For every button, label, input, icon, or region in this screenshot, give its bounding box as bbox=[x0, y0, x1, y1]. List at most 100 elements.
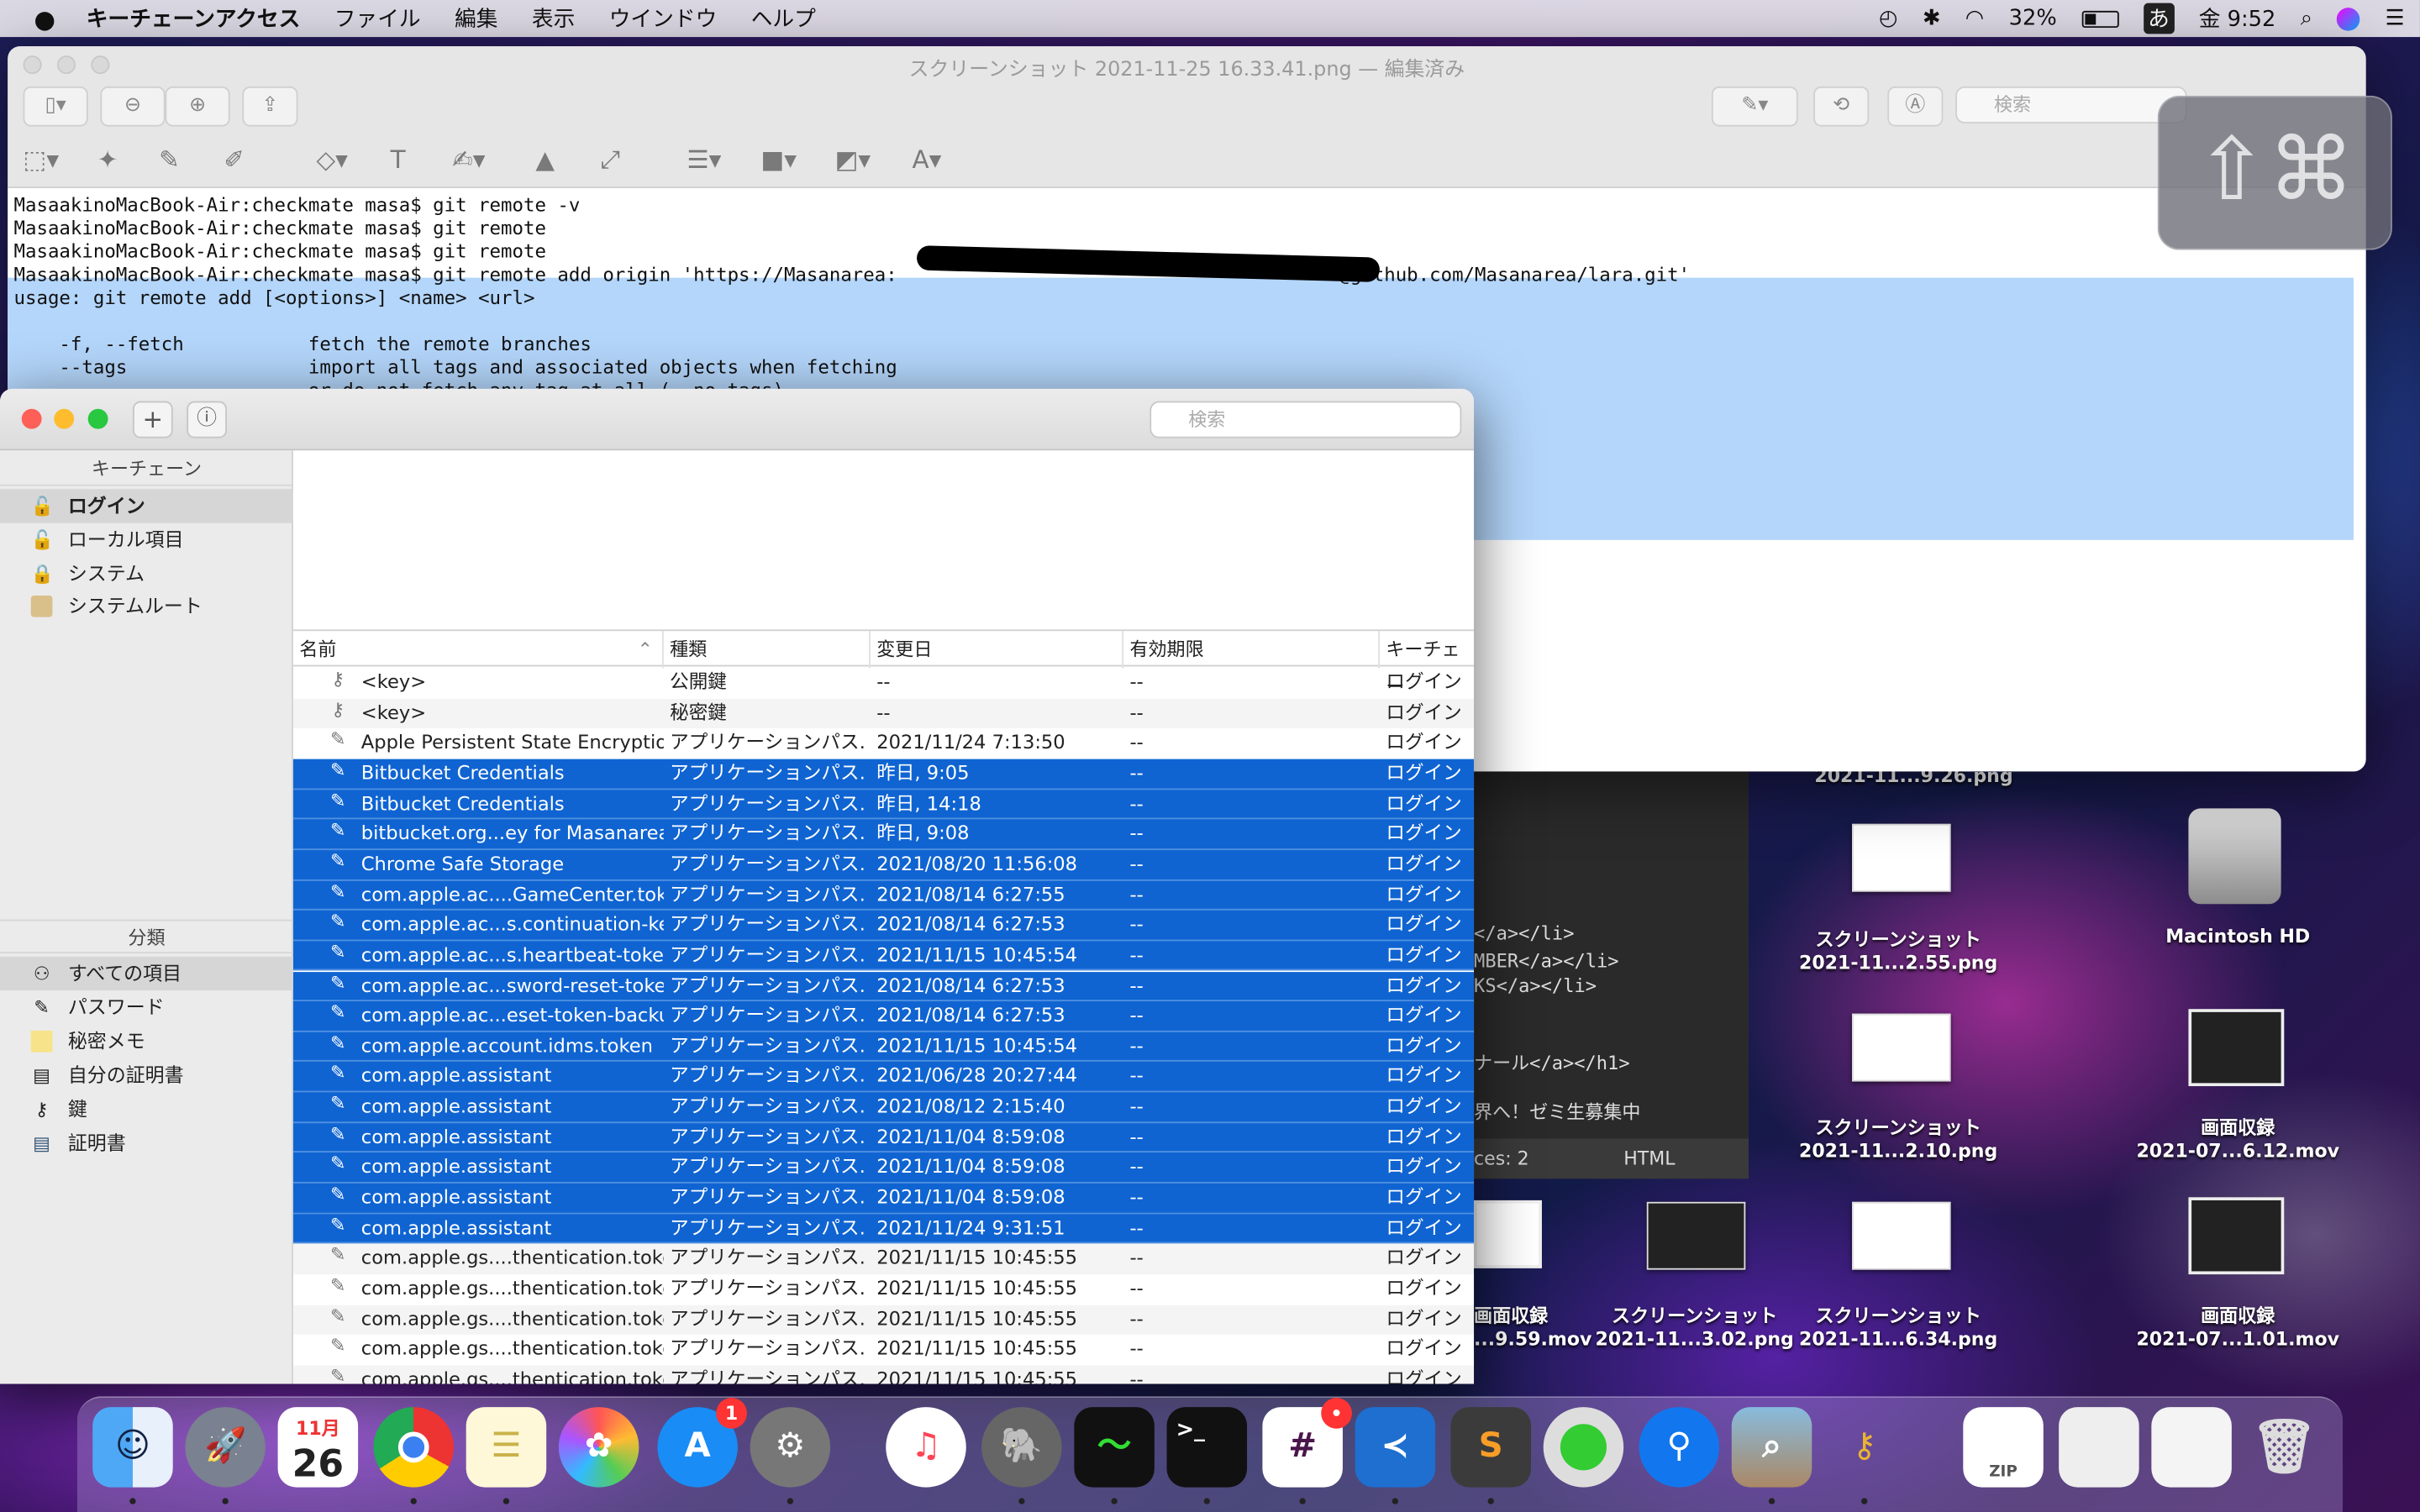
search-input[interactable]: 検索 bbox=[1955, 86, 2187, 123]
screenshot-thumbnail[interactable] bbox=[1852, 823, 1951, 892]
preview-app-icon[interactable]: ⌕ bbox=[1731, 1407, 1812, 1488]
search-input[interactable]: 検索 bbox=[1150, 401, 1462, 438]
siri-icon[interactable] bbox=[2337, 7, 2361, 30]
table-row[interactable]: ✎ Apple Persistent State Encryption アプリケーシ… bbox=[293, 728, 1474, 759]
desktop-file-label[interactable]: スクリーンショット 2021-11...2.10.png bbox=[1791, 1114, 2007, 1162]
table-row[interactable]: ✎ Bitbucket Credentials アプリケーションパス… 昨日, 14:… bbox=[292, 789, 1475, 820]
sidebar-item-all[interactable]: ⚇ すべての項目 bbox=[0, 956, 293, 991]
control-center-icon[interactable]: ☰ bbox=[2386, 6, 2405, 30]
movie-thumbnail[interactable] bbox=[1474, 1200, 1542, 1268]
vscode-icon[interactable]: ≺ bbox=[1355, 1407, 1436, 1488]
adjust-color-icon[interactable]: ▲ bbox=[535, 145, 555, 175]
sketch-icon[interactable]: ✎ bbox=[159, 145, 180, 175]
apple-icon[interactable]: ● bbox=[34, 4, 55, 34]
terminal-icon[interactable]: >_ bbox=[1166, 1407, 1248, 1488]
table-row[interactable]: ✎ com.apple.assistant アプリケーションパス… 2021/11/0… bbox=[292, 1152, 1475, 1184]
sublime-text-icon[interactable]: S bbox=[1450, 1407, 1532, 1488]
border-color-icon[interactable]: ■▾ bbox=[760, 145, 797, 175]
line-style-icon[interactable]: ☰▾ bbox=[687, 145, 721, 175]
table-row[interactable]: ✎ com.apple.assistant アプリケーションパス… 2021/06/2… bbox=[292, 1062, 1475, 1093]
sidebar-item-passwords[interactable]: ✎ パスワード bbox=[0, 990, 293, 1024]
calendar-icon[interactable]: 11月 26 bbox=[277, 1407, 359, 1488]
menu-file[interactable]: ファイル bbox=[334, 3, 421, 34]
table-row[interactable]: ✎ com.apple.gs....thentication.token アプリケー… bbox=[293, 1274, 1474, 1305]
sidebar-item-system[interactable]: 🔒 システム bbox=[0, 557, 293, 591]
launchpad-icon[interactable]: 🚀 bbox=[185, 1407, 266, 1488]
app-store-icon[interactable]: A1 bbox=[657, 1398, 747, 1488]
minimize-button[interactable] bbox=[54, 408, 75, 429]
screenshot-thumbnail[interactable] bbox=[1852, 1013, 1951, 1082]
zoom-button[interactable] bbox=[87, 408, 108, 429]
sidebar-item-my-certs[interactable]: ▤ 自分の証明書 bbox=[0, 1058, 293, 1092]
activity-monitor-icon[interactable]: 〜 bbox=[1074, 1407, 1155, 1488]
table-row[interactable]: ✎ Bitbucket Credentials アプリケーションパス… 昨日, 9:0… bbox=[292, 759, 1475, 790]
table-row[interactable]: ✎ com.apple.ac....GameCenter.token アプリケーショ… bbox=[292, 879, 1475, 911]
input-method-icon[interactable]: あ bbox=[2143, 3, 2175, 34]
zip-file-icon[interactable]: ZIP bbox=[1963, 1407, 2044, 1488]
table-row[interactable]: ✎ com.apple.gs....thentication.token アプリケー… bbox=[293, 1335, 1474, 1365]
add-item-button[interactable]: + bbox=[132, 401, 173, 438]
table-row[interactable]: ✎ com.apple.gs....thentication.token アプリケー… bbox=[292, 1244, 1475, 1275]
screenshot-stack-icon[interactable] bbox=[2059, 1407, 2139, 1488]
record-app-icon[interactable] bbox=[1543, 1407, 1624, 1488]
desktop-file-label[interactable]: 画面収録 2021-07...6.12.mov bbox=[2130, 1114, 2346, 1162]
notes-icon[interactable]: ☰ bbox=[466, 1407, 547, 1488]
chrome-icon[interactable] bbox=[373, 1407, 454, 1488]
text-style-icon[interactable]: A▾ bbox=[912, 145, 941, 175]
sidebar-item-certificates[interactable]: ▤ 証明書 bbox=[0, 1126, 293, 1160]
table-row[interactable]: ✎ com.apple.ac...s.heartbeat-token アプリケーショ… bbox=[292, 941, 1475, 972]
table-row[interactable]: ✎ com.apple.assistant アプリケーションパス… 2021/11/0… bbox=[292, 1183, 1475, 1214]
table-row[interactable]: ⚷ <key> 公開鍵 -- -- ログイン bbox=[293, 668, 1474, 698]
slack-icon[interactable]: # • bbox=[1262, 1398, 1352, 1488]
column-kind[interactable]: 種類 bbox=[664, 631, 871, 669]
column-modified[interactable]: 変更日 bbox=[871, 631, 1124, 669]
info-button[interactable]: ⓘ bbox=[187, 401, 227, 438]
sidebar-item-notes[interactable]: 秘密メモ bbox=[0, 1025, 293, 1058]
time-machine-icon[interactable]: ◴ bbox=[1879, 6, 1897, 30]
column-expires[interactable]: 有効期限 bbox=[1123, 631, 1381, 669]
desktop-file-label[interactable]: スクリーンショット 2021-11...6.34.png bbox=[1791, 1302, 2007, 1350]
markup-button[interactable]: Ⓐ bbox=[1887, 86, 1944, 127]
movie-thumbnail[interactable] bbox=[2188, 1009, 2285, 1087]
table-row[interactable]: ✎ com.apple.ac...eset-token-backup アプリケーショ… bbox=[292, 1001, 1475, 1032]
table-row[interactable]: ✎ Chrome Safe Storage アプリケーションパス… 2021/08/2… bbox=[292, 849, 1475, 880]
table-row[interactable]: ✎ com.apple.account.idms.token アプリケーションパス…… bbox=[292, 1032, 1475, 1063]
screenshot-thumbnail[interactable] bbox=[1646, 1201, 1746, 1270]
sidebar-item-keys[interactable]: ⚷ 鍵 bbox=[0, 1092, 293, 1126]
status-language[interactable]: HTML bbox=[1623, 1138, 1675, 1179]
movie-thumbnail[interactable] bbox=[2188, 1197, 2285, 1275]
column-keychain[interactable]: キーチェー bbox=[1380, 631, 1474, 697]
table-row[interactable]: ✎ com.apple.gs....thentication.token アプリケー… bbox=[292, 1365, 1475, 1384]
table-row[interactable]: ✎ com.apple.assistant アプリケーションパス… 2021/08/1… bbox=[292, 1092, 1475, 1123]
table-row[interactable]: ✎ com.apple.assistant アプリケーションパス… 2021/11/0… bbox=[292, 1122, 1475, 1153]
wifi-icon[interactable]: ◠ bbox=[1965, 6, 1984, 30]
spotlight-icon[interactable]: ⌕ bbox=[2301, 6, 2312, 30]
desktop-file-label[interactable]: 画面収録 ...9.59.mov bbox=[1474, 1302, 1591, 1350]
desktop-file-label[interactable]: Macintosh HD bbox=[2130, 926, 2346, 948]
music-icon[interactable]: ♫ bbox=[886, 1407, 966, 1488]
markup-pen-button[interactable]: ✎▾ bbox=[1711, 86, 1798, 127]
share-button[interactable]: ⇪ bbox=[242, 86, 298, 127]
zoom-out-button[interactable]: ⊖ bbox=[100, 86, 166, 127]
table-row[interactable]: ✎ com.apple.assistant アプリケーションパス… 2021/11/2… bbox=[292, 1213, 1475, 1244]
adjust-size-icon[interactable]: ⤢ bbox=[600, 145, 620, 176]
photos-icon[interactable]: ✿ bbox=[558, 1407, 639, 1488]
sidebar-item-login[interactable]: 🔓 ログイン bbox=[0, 489, 293, 523]
hard-drive-icon[interactable] bbox=[2188, 808, 2281, 905]
battery-icon[interactable] bbox=[2081, 9, 2119, 28]
text-tool-icon[interactable]: T bbox=[391, 145, 406, 175]
close-button[interactable] bbox=[21, 408, 42, 429]
clock[interactable]: 金 9:52 bbox=[2199, 3, 2276, 34]
menu-window[interactable]: ウインドウ bbox=[609, 3, 718, 34]
sidebar-item-system-roots[interactable]: システムルート bbox=[0, 590, 293, 623]
desktop-file-label[interactable]: スクリーンショット 2021-11...2.55.png bbox=[1791, 926, 2007, 974]
menu-help[interactable]: ヘルプ bbox=[751, 3, 816, 34]
menu-edit[interactable]: 編集 bbox=[455, 3, 497, 34]
column-name[interactable]: 名前 ⌃ bbox=[293, 631, 664, 669]
shapes-icon[interactable]: ◇▾ bbox=[317, 145, 348, 175]
sign-icon[interactable]: ✍▾ bbox=[452, 145, 485, 175]
selection-tool-icon[interactable]: ⬚▾ bbox=[24, 145, 60, 175]
menu-view[interactable]: 表示 bbox=[532, 3, 575, 34]
sidebar-toggle-button[interactable]: ▯▾ bbox=[23, 86, 88, 127]
fill-color-icon[interactable]: ◩▾ bbox=[835, 145, 871, 175]
